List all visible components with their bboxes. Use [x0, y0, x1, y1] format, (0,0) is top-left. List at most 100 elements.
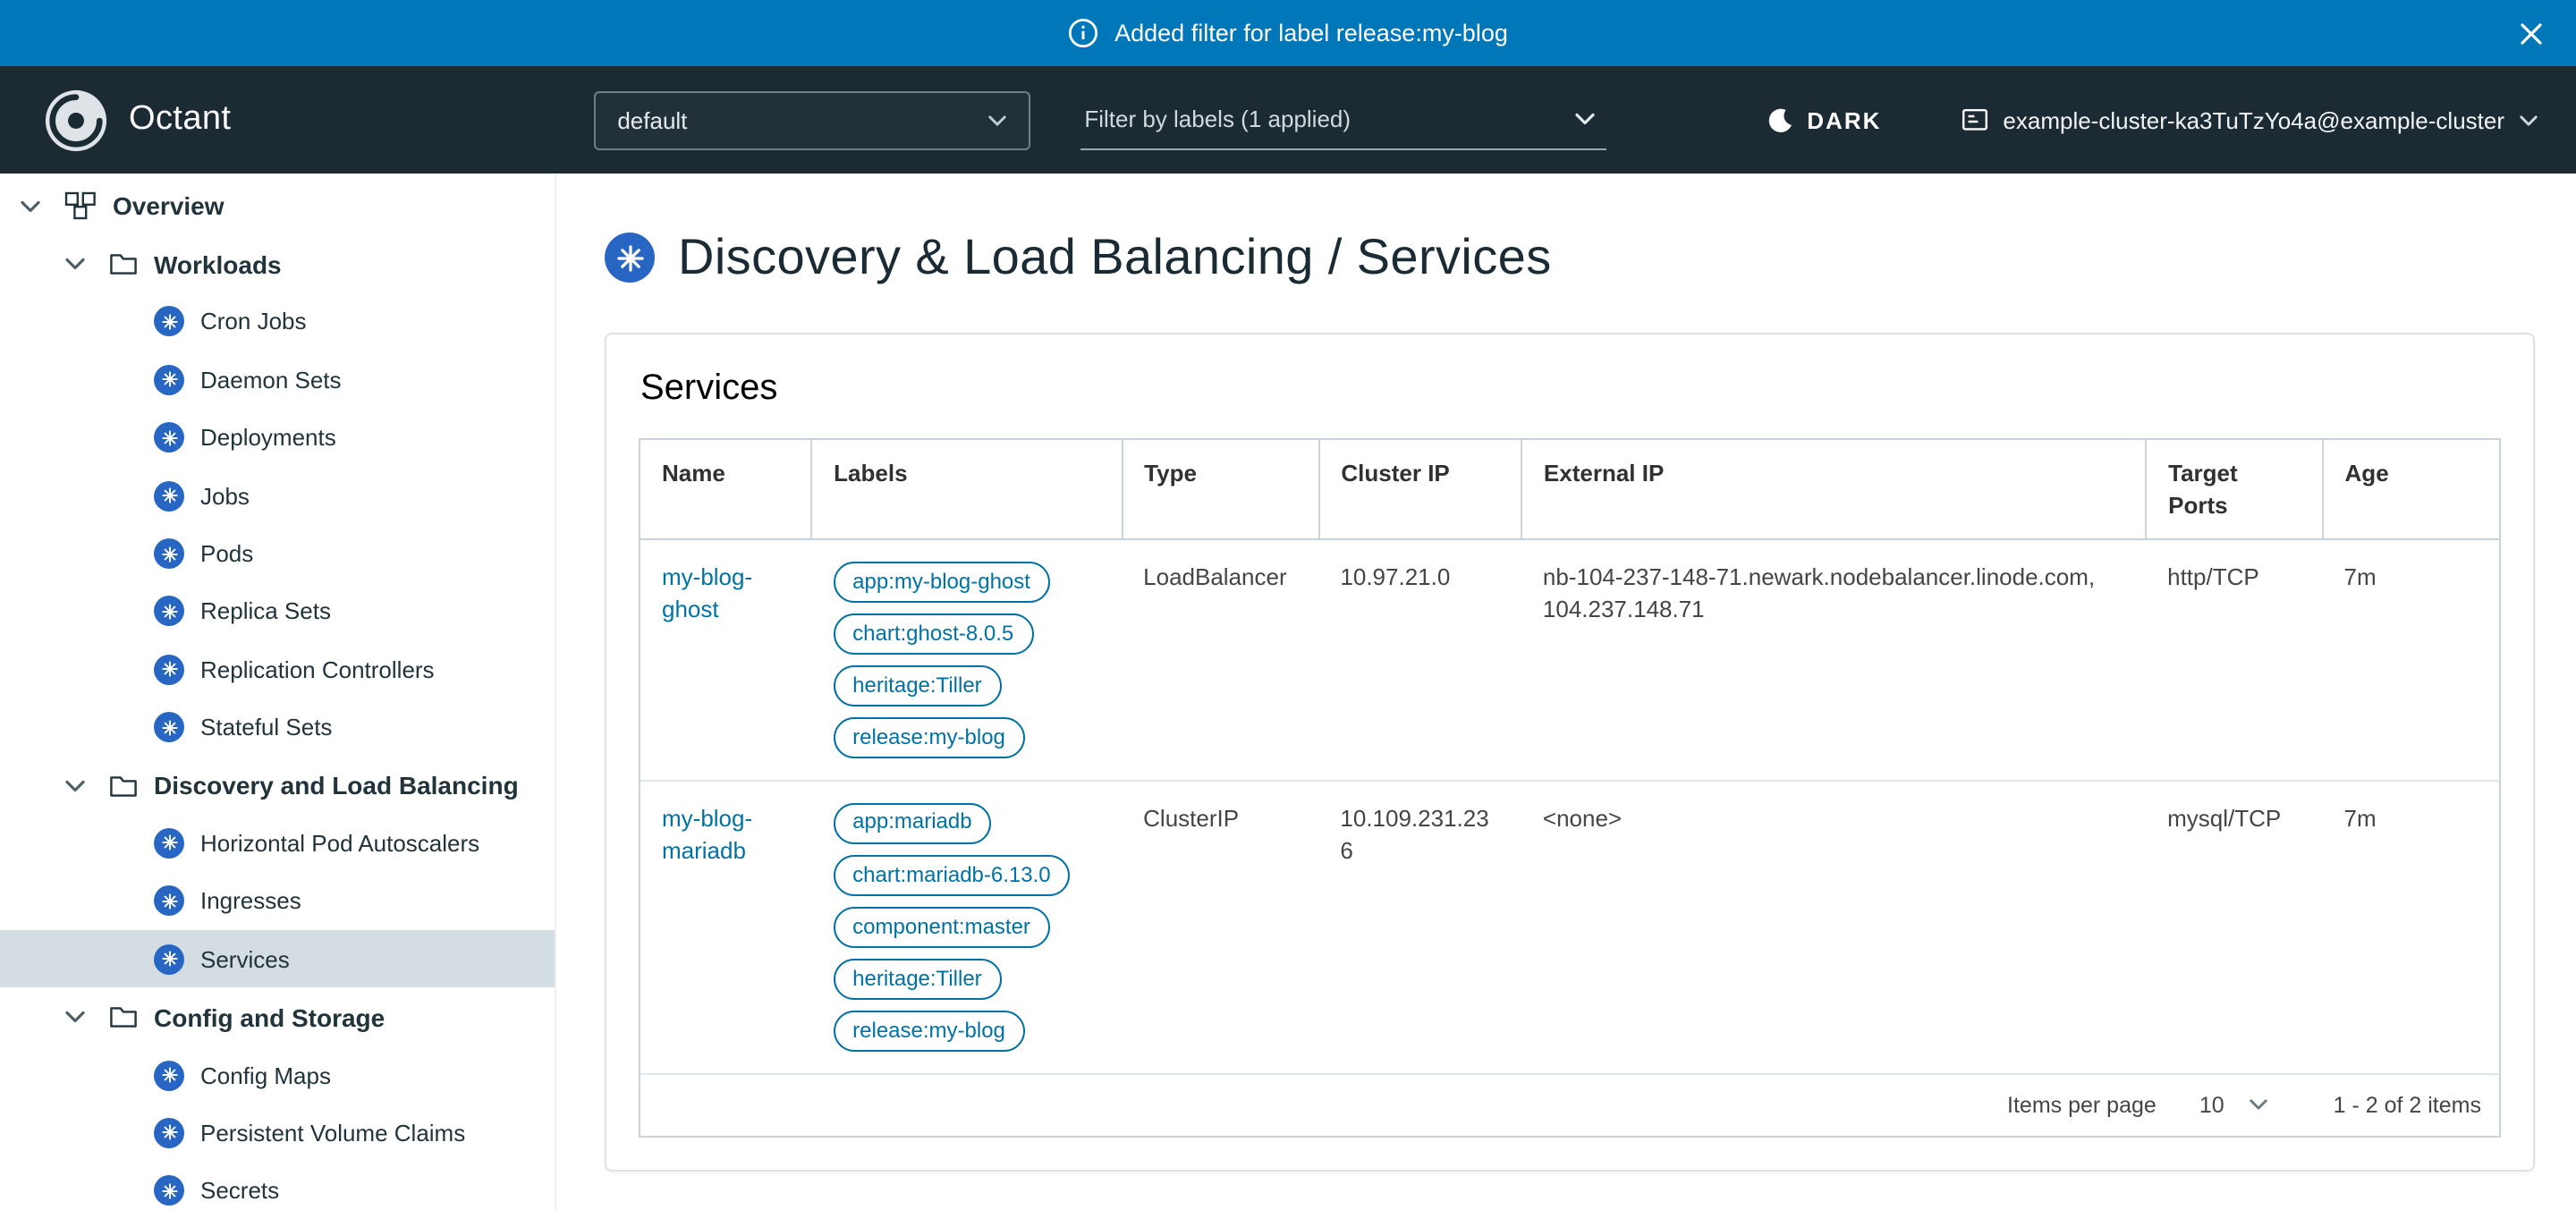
sidebar-item-horizontal-pod-autoscalers[interactable]: Horizontal Pod Autoscalers — [0, 815, 555, 873]
info-icon — [1068, 18, 1098, 48]
chevron-down-icon — [2250, 1099, 2269, 1112]
chevron-down-icon[interactable] — [20, 199, 41, 212]
sidebar-item-secrets[interactable]: Secrets — [0, 1162, 555, 1210]
chevron-down-icon[interactable] — [64, 779, 86, 791]
sidebar-item-pods[interactable]: Pods — [0, 525, 555, 583]
label-filter-select[interactable]: Filter by labels (1 applied) — [1080, 90, 1606, 149]
table-row: my-blog-mariadb app:mariadb chart:mariad… — [640, 781, 2499, 1074]
services-icon — [154, 944, 184, 975]
persistent-volume-claims-icon — [154, 1118, 184, 1148]
overview-icon — [64, 191, 97, 220]
chevron-down-icon — [1574, 113, 1596, 125]
sidebar-item-deployments[interactable]: Deployments — [0, 409, 555, 467]
services-datagrid: Name Labels Type Cluster IP External IP … — [639, 438, 2501, 1138]
sidebar-item-cron-jobs[interactable]: Cron Jobs — [0, 293, 555, 351]
label-badge[interactable]: app:mariadb — [833, 803, 991, 843]
cluster-context-select[interactable]: example-cluster-ka3TuTzYo4a@example-clus… — [1960, 106, 2538, 134]
column-header-age: Age — [2323, 440, 2499, 539]
sidebar-item-label: Pods — [200, 540, 253, 567]
sidebar-group-config-and-storage[interactable]: Config and Storage — [0, 988, 555, 1046]
label-badge[interactable]: release:my-blog — [833, 718, 1025, 758]
sidebar-item-label: Daemon Sets — [200, 367, 342, 393]
sidebar-item-label: Services — [200, 946, 290, 973]
moon-icon — [1767, 106, 1794, 133]
ingresses-icon — [154, 886, 184, 917]
label-stack: app:mariadb chart:mariadb-6.13.0 compone… — [833, 803, 1100, 1052]
config-maps-icon — [154, 1060, 184, 1090]
label-badge[interactable]: component:master — [833, 907, 1050, 947]
sidebar-group-label: Config and Storage — [154, 1003, 385, 1031]
sidebar-item-overview[interactable]: Overview — [0, 177, 555, 235]
sidebar-item-jobs[interactable]: Jobs — [0, 467, 555, 525]
page-title-row: Discovery & Load Balancing / Services — [605, 229, 2535, 286]
main-content: Discovery & Load Balancing / Services Se… — [556, 173, 2576, 1210]
column-header-external-ip: External IP — [1521, 440, 2146, 539]
label-filter-text: Filter by labels (1 applied) — [1084, 106, 1351, 132]
sidebar-group-label: Discovery and Load Balancing — [154, 771, 519, 800]
label-badge[interactable]: chart:mariadb-6.13.0 — [833, 855, 1070, 895]
sidebar-item-config-maps[interactable]: Config Maps — [0, 1046, 555, 1104]
service-name-link[interactable]: my-blog-ghost — [662, 563, 752, 622]
table-row: my-blog-ghost app:my-blog-ghost chart:gh… — [640, 539, 2499, 781]
label-badge[interactable]: app:my-blog-ghost — [833, 562, 1050, 602]
chevron-down-icon[interactable] — [64, 258, 86, 270]
cluster-icon — [1960, 106, 1988, 134]
service-type: ClusterIP — [1122, 781, 1318, 1074]
service-external-ip: <none> — [1521, 781, 2146, 1074]
sidebar-nav: Overview Workloads Cron Jobs Daemon Sets… — [0, 173, 556, 1210]
page-size-select[interactable]: 10 — [2199, 1093, 2269, 1118]
brand: Octant — [43, 87, 231, 153]
chevron-down-icon — [2519, 114, 2538, 126]
dark-theme-label: DARK — [1807, 106, 1881, 133]
service-cluster-ip: 10.109.231.236 — [1318, 781, 1521, 1074]
sidebar-item-label: Ingresses — [200, 888, 301, 915]
close-icon[interactable] — [2512, 13, 2551, 53]
namespace-select[interactable]: default — [594, 90, 1030, 149]
card-title: Services — [640, 368, 2501, 410]
label-badge[interactable]: chart:ghost-8.0.5 — [833, 613, 1033, 654]
items-per-page-label: Items per page — [2007, 1093, 2157, 1118]
label-badge[interactable]: release:my-blog — [833, 1011, 1025, 1052]
sidebar-item-ingresses[interactable]: Ingresses — [0, 872, 555, 930]
folder-icon — [109, 774, 138, 797]
pagination-range: 1 - 2 of 2 items — [2334, 1093, 2481, 1118]
services-card: Services Name Labels Type Clust — [605, 333, 2535, 1172]
sidebar-item-stateful-sets[interactable]: Stateful Sets — [0, 698, 555, 757]
sidebar-item-persistent-volume-claims[interactable]: Persistent Volume Claims — [0, 1104, 555, 1163]
daemon-sets-icon — [154, 365, 184, 395]
service-type: LoadBalancer — [1122, 539, 1318, 781]
sidebar-item-label: Cron Jobs — [200, 309, 307, 335]
sidebar-group-label: Workloads — [154, 250, 282, 278]
cron-jobs-icon — [154, 307, 184, 337]
sidebar-item-label: Horizontal Pod Autoscalers — [200, 830, 479, 857]
sidebar-group-workloads[interactable]: Workloads — [0, 235, 555, 293]
column-header-type: Type — [1122, 440, 1318, 539]
datagrid-footer: Items per page 10 1 - 2 of 2 items — [640, 1075, 2499, 1136]
sidebar-item-replication-controllers[interactable]: Replication Controllers — [0, 640, 555, 698]
sidebar-item-label: Secrets — [200, 1178, 279, 1205]
sidebar-group-discovery-load-balancing[interactable]: Discovery and Load Balancing — [0, 757, 555, 815]
dark-theme-toggle[interactable]: DARK — [1757, 105, 1892, 135]
replication-controllers-icon — [154, 655, 184, 685]
octant-app-window: Added filter for label release:my-blog O… — [0, 0, 2576, 1210]
service-external-ip: nb-104-237-148-71.newark.nodebalancer.li… — [1521, 539, 2146, 781]
notification-bar: Added filter for label release:my-blog — [0, 0, 2576, 66]
column-header-target-ports: Target Ports — [2146, 440, 2322, 539]
page-size-value: 10 — [2199, 1093, 2224, 1118]
discovery-load-balancing-icon — [605, 233, 655, 283]
notification-message: Added filter for label release:my-blog — [1114, 20, 1508, 47]
page-title: Discovery & Load Balancing / Services — [678, 229, 1552, 286]
sidebar-item-label: Stateful Sets — [200, 714, 332, 740]
pods-icon — [154, 538, 184, 569]
sidebar-item-replica-sets[interactable]: Replica Sets — [0, 582, 555, 640]
table-header-row: Name Labels Type Cluster IP External IP … — [640, 440, 2499, 539]
label-badge[interactable]: heritage:Tiller — [833, 960, 1002, 1000]
sidebar-item-daemon-sets[interactable]: Daemon Sets — [0, 351, 555, 409]
sidebar-item-services[interactable]: Services — [0, 930, 555, 988]
app-header: Octant default Filter by labels (1 appli… — [0, 66, 2576, 173]
service-name-link[interactable]: my-blog-mariadb — [662, 805, 752, 864]
label-badge[interactable]: heritage:Tiller — [833, 666, 1002, 707]
deployments-icon — [154, 423, 184, 453]
chevron-down-icon[interactable] — [64, 1011, 86, 1023]
column-header-name: Name — [640, 440, 811, 539]
